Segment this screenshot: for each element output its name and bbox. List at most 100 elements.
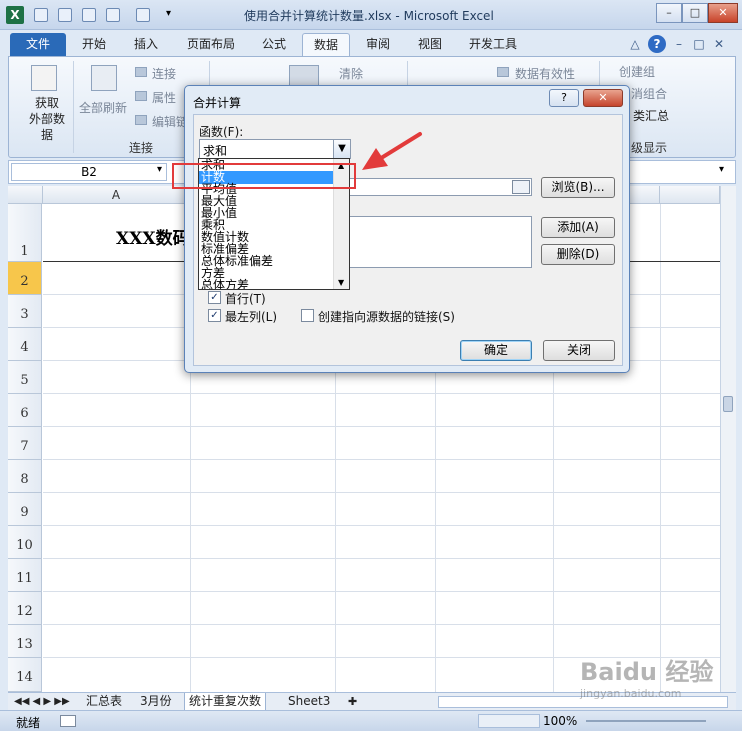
properties-button[interactable]: 属性 (152, 89, 176, 106)
scroll-down-icon[interactable]: ▼ (338, 278, 344, 287)
sheet-tab[interactable]: Sheet3 (284, 693, 334, 711)
status-ready: 就绪 (16, 716, 41, 730)
redo-icon[interactable] (136, 8, 150, 22)
insert-sheet-icon[interactable]: ✚ (344, 693, 361, 711)
window-title: 使用合并计算统计数量.xlsx - Microsoft Excel (244, 9, 494, 23)
zoom-level[interactable]: 100% (543, 714, 577, 728)
clear-filter-button[interactable]: 清除 (339, 65, 363, 82)
subtotal-button[interactable]: 类汇总 (633, 107, 669, 124)
refresh-all-button[interactable]: 全部刷新 (79, 99, 127, 116)
tab-developer[interactable]: 开发工具 (462, 33, 524, 56)
customize-toolbar-icon[interactable]: ▾ (166, 8, 176, 22)
sheet-tab[interactable]: 汇总表 (82, 693, 126, 711)
row-header[interactable]: 7 (8, 427, 42, 460)
row-header[interactable]: 6 (8, 394, 42, 427)
undo-icon[interactable] (106, 8, 120, 22)
name-box-dropdown-icon[interactable]: ▾ (157, 164, 162, 175)
function-select-value: 求和 (203, 144, 228, 158)
dialog-close-button[interactable]: ✕ (583, 89, 623, 107)
cell-a1[interactable]: XXX数码 (116, 224, 190, 249)
tab-insert[interactable]: 插入 (124, 33, 168, 56)
minimize-button[interactable]: – (656, 3, 682, 23)
save-icon[interactable] (34, 8, 48, 22)
print-preview-icon[interactable] (58, 8, 72, 22)
tab-review[interactable]: 审阅 (358, 33, 398, 56)
group-connections-label: 连接 (129, 141, 154, 155)
left-column-label: 最左列(L) (225, 310, 278, 324)
maximize-button[interactable]: □ (682, 3, 708, 23)
row-header[interactable]: 12 (8, 592, 42, 625)
ribbon-restore-icon[interactable]: □ (692, 33, 706, 56)
row-header[interactable]: 3 (8, 295, 42, 328)
range-picker-icon[interactable] (512, 180, 530, 194)
function-select[interactable]: 求和 ▼ (199, 139, 351, 159)
vertical-scrollbar[interactable] (720, 186, 736, 692)
close-window-button[interactable]: ✕ (708, 3, 738, 23)
connections-button[interactable]: 连接 (152, 65, 176, 82)
zoom-slider[interactable] (586, 720, 706, 722)
dialog-help-button[interactable]: ? (549, 89, 579, 107)
row-header[interactable]: 4 (8, 328, 42, 361)
tab-file[interactable]: 文件 (10, 33, 66, 56)
add-button[interactable]: 添加(A) (541, 217, 615, 238)
dialog-title: 合并计算 (193, 96, 242, 110)
first-row-checkbox[interactable]: ✓ (208, 291, 221, 304)
tab-home[interactable]: 开始 (72, 33, 116, 56)
tab-data[interactable]: 数据 (302, 33, 350, 56)
reference-input[interactable] (344, 178, 532, 196)
ungroup-button[interactable]: 消组合 (631, 85, 667, 102)
edit-links-icon (135, 115, 147, 125)
tab-page-layout[interactable]: 页面布局 (178, 33, 244, 56)
column-header-g[interactable] (660, 186, 720, 204)
macro-record-icon[interactable] (60, 715, 76, 727)
sheet-nav-arrows-icon[interactable]: ◀◀ ◀ ▶ ▶▶ (10, 693, 74, 711)
row-header[interactable]: 11 (8, 559, 42, 592)
row-header[interactable]: 10 (8, 526, 42, 559)
tab-view[interactable]: 视图 (410, 33, 450, 56)
close-button[interactable]: 关闭 (543, 340, 615, 361)
properties-icon (135, 91, 147, 101)
chevron-down-icon[interactable]: ▼ (333, 140, 350, 158)
sheet-tab[interactable]: 3月份 (136, 693, 176, 711)
create-links-checkbox[interactable] (301, 309, 314, 322)
name-box[interactable]: B2 (11, 163, 167, 181)
select-all-corner[interactable] (8, 186, 43, 204)
status-bar: 就绪 100% (0, 710, 742, 731)
get-external-data-button[interactable]: 获取 外部数据 (25, 95, 69, 143)
column-header-a[interactable]: A (43, 186, 190, 204)
collapse-ribbon-icon[interactable]: △ (628, 33, 642, 56)
quick-print-icon[interactable] (82, 8, 96, 22)
option-varp[interactable]: 总体方差 (199, 279, 333, 290)
data-validation-icon (497, 67, 509, 77)
data-validation-button[interactable]: 数据有效性 (515, 65, 575, 82)
excel-app-icon[interactable]: X (6, 6, 24, 24)
row-header[interactable]: 1 (8, 204, 42, 262)
tab-formulas[interactable]: 公式 (254, 33, 294, 56)
all-references-list[interactable] (344, 216, 532, 268)
left-column-checkbox[interactable]: ✓ (208, 309, 221, 322)
browse-button[interactable]: 浏览(B)... (541, 177, 615, 198)
excel-window: X ▾ 使用合并计算统计数量.xlsx - Microsoft Excel – … (0, 0, 742, 731)
edit-links-button[interactable]: 编辑链 (152, 113, 188, 130)
ribbon-close-icon[interactable]: ✕ (712, 33, 726, 56)
scroll-thumb[interactable] (723, 396, 733, 412)
row-header[interactable]: 2 (8, 262, 42, 295)
view-buttons[interactable] (478, 714, 540, 728)
delete-button[interactable]: 删除(D) (541, 244, 615, 265)
group-outline-label: 级显示 (631, 141, 668, 155)
row-header[interactable]: 14 (8, 658, 42, 692)
create-group-button[interactable]: 创建组 (619, 63, 655, 80)
connections-icon (135, 67, 147, 77)
baidu-watermark-logo: Baidu 经验 jingyan.baidu.com (580, 658, 714, 700)
ribbon-minimize-icon[interactable]: – (672, 33, 686, 56)
ribbon-tabs: 文件 开始 插入 页面布局 公式 数据 审阅 视图 开发工具 △ ? – □ ✕ (0, 30, 742, 56)
create-links-label: 创建指向源数据的链接(S) (318, 310, 455, 324)
row-header[interactable]: 13 (8, 625, 42, 658)
help-icon[interactable]: ? (648, 35, 666, 53)
ok-button[interactable]: 确定 (460, 340, 532, 361)
row-header[interactable]: 8 (8, 460, 42, 493)
sheet-tab-active[interactable]: 统计重复次数 (184, 693, 267, 711)
row-header[interactable]: 5 (8, 361, 42, 394)
row-header[interactable]: 9 (8, 493, 42, 526)
expand-formula-icon[interactable]: ▾ (719, 164, 724, 175)
